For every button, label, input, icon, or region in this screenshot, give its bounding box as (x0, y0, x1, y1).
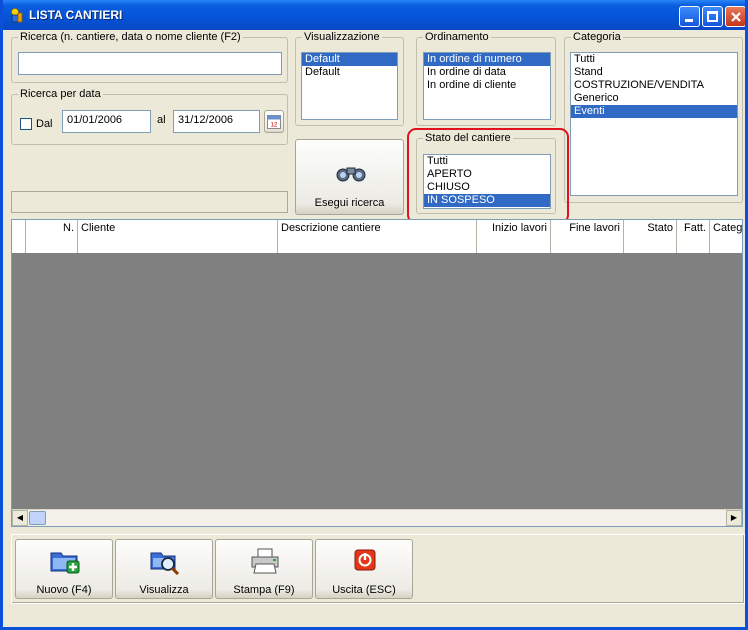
print-button-label: Stampa (F9) (233, 584, 295, 596)
ordinamento-list[interactable]: In ordine di numero In ordine di data In… (423, 52, 551, 120)
calendar-button[interactable]: 12 (264, 110, 284, 133)
date-search-group: Ricerca per data Dal 01/01/2006 al 31/12… (11, 88, 288, 145)
date-to-field[interactable]: 31/12/2006 (173, 110, 260, 133)
search-group: Ricerca (n. cantiere, data o nome client… (11, 31, 288, 83)
list-item[interactable]: In ordine di cliente (424, 79, 550, 92)
maximize-icon (707, 11, 718, 22)
svg-text:12: 12 (271, 123, 278, 129)
table-row[interactable] (12, 237, 742, 254)
ordinamento-group: Ordinamento In ordine di numero In ordin… (416, 31, 556, 126)
view-button-label: Visualizza (139, 584, 189, 596)
horizontal-scrollbar[interactable]: ◀ ▶ (12, 509, 742, 526)
list-item[interactable]: In ordine di data (424, 66, 550, 79)
scroll-left-button[interactable]: ◀ (12, 510, 28, 526)
print-button[interactable]: Stampa (F9) (215, 539, 313, 599)
column-header-descrizione[interactable]: Descrizione cantiere (278, 220, 477, 237)
column-header-stato[interactable]: Stato (624, 220, 677, 237)
new-button-label: Nuovo (F4) (36, 584, 92, 596)
printer-icon (251, 548, 279, 574)
table-cell (477, 237, 551, 253)
view-button[interactable]: Visualizza (115, 539, 213, 599)
visualizzazione-legend: Visualizzazione (302, 31, 382, 43)
title-bar[interactable]: LISTA CANTIERI (3, 0, 745, 30)
view-search-icon (150, 552, 180, 575)
search-legend: Ricerca (n. cantiere, data o nome client… (18, 31, 243, 43)
date-from-field[interactable]: 01/01/2006 (62, 110, 151, 133)
table-cell (78, 237, 278, 253)
search-button-label: Esegui ricerca (314, 197, 385, 209)
list-item[interactable]: In ordine di numero (424, 53, 550, 66)
scroll-right-button[interactable]: ▶ (726, 510, 742, 526)
ordinamento-legend: Ordinamento (423, 31, 491, 43)
grid-header: N. Cliente Descrizione cantiere Inizio l… (12, 220, 742, 238)
table-cell (551, 237, 624, 253)
new-button[interactable]: Nuovo (F4) (15, 539, 113, 599)
bottom-toolbar: Nuovo (F4) Visualizza Stampa (F9) Uscita… (11, 534, 745, 604)
main-window: LISTA CANTIERI Ricerca (n. cantiere, dat… (0, 0, 748, 630)
search-input[interactable] (18, 52, 282, 75)
table-cell (12, 237, 26, 253)
arrow-right-icon: ▶ (730, 513, 738, 522)
date-filter-checkbox[interactable] (20, 118, 32, 130)
window-title: LISTA CANTIERI (29, 8, 123, 22)
search-button[interactable]: Esegui ricerca (295, 139, 404, 215)
new-folder-icon (50, 552, 80, 574)
status-field (11, 191, 288, 213)
list-item[interactable]: Default (302, 53, 397, 66)
categoria-group: Categoria Tutti Stand COSTRUZIONE/VENDIT… (564, 31, 743, 203)
categoria-list[interactable]: Tutti Stand COSTRUZIONE/VENDITA Generico… (570, 52, 738, 196)
calendar-icon: 12 (267, 115, 281, 129)
minimize-button[interactable] (679, 6, 700, 27)
list-item[interactable]: Tutti (571, 53, 737, 66)
column-header-number[interactable]: N. (26, 220, 78, 237)
exit-icon (354, 549, 376, 571)
highlight-annotation (407, 128, 569, 224)
list-item[interactable]: Generico (571, 92, 737, 105)
maximize-button[interactable] (702, 6, 723, 27)
column-header-cliente[interactable]: Cliente (78, 220, 278, 237)
close-button[interactable] (725, 6, 745, 27)
column-header-inizio[interactable]: Inizio lavori (477, 220, 551, 237)
exit-button-label: Uscita (ESC) (332, 584, 396, 596)
table-cell (26, 237, 78, 253)
list-item[interactable]: Eventi (571, 105, 737, 118)
categoria-legend: Categoria (571, 31, 623, 43)
list-item[interactable]: COSTRUZIONE/VENDITA (571, 79, 737, 92)
list-item[interactable]: Stand (571, 66, 737, 79)
table-cell (278, 237, 477, 253)
scroll-thumb[interactable] (29, 511, 46, 525)
exit-button[interactable]: Uscita (ESC) (315, 539, 413, 599)
table-cell (710, 237, 742, 253)
date-from-label: Dal (36, 118, 53, 130)
arrow-left-icon: ◀ (16, 513, 24, 522)
close-icon (731, 12, 741, 22)
binoculars-icon (336, 167, 366, 182)
date-search-legend: Ricerca per data (18, 88, 103, 100)
column-header-fine[interactable]: Fine lavori (551, 220, 624, 237)
results-grid[interactable]: N. Cliente Descrizione cantiere Inizio l… (11, 219, 743, 527)
visualizzazione-group: Visualizzazione Default Default (295, 31, 404, 126)
date-to-label: al (157, 114, 166, 126)
table-cell (677, 237, 710, 253)
column-header-selector[interactable] (12, 220, 26, 237)
list-item[interactable]: Default (302, 66, 397, 79)
table-cell (624, 237, 677, 253)
column-header-categ[interactable]: Categ (710, 220, 742, 237)
visualizzazione-list[interactable]: Default Default (301, 52, 398, 120)
column-header-fatt[interactable]: Fatt. (677, 220, 710, 237)
app-icon (11, 8, 23, 23)
minimize-icon (685, 19, 693, 22)
